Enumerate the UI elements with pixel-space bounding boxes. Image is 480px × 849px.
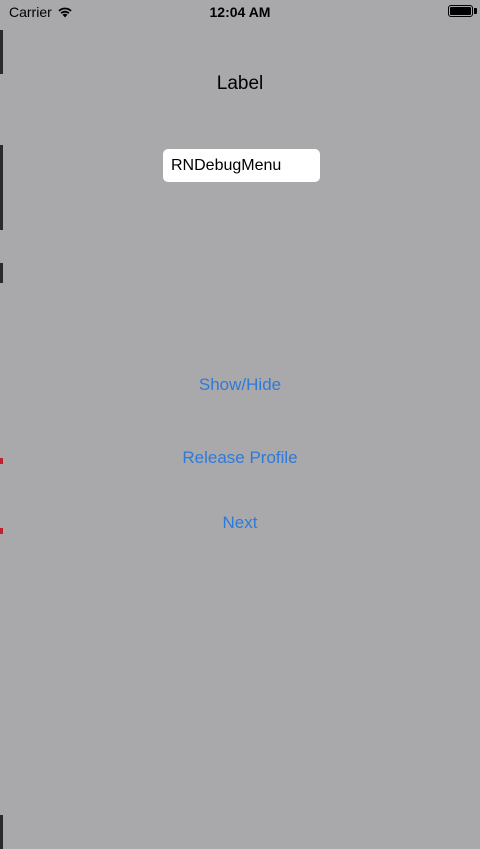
next-button[interactable]: Next bbox=[0, 513, 480, 533]
battery-icon bbox=[448, 5, 473, 17]
status-bar: Carrier 12:04 AM bbox=[0, 0, 480, 24]
battery-fill bbox=[450, 7, 471, 15]
show-hide-button[interactable]: Show/Hide bbox=[0, 375, 480, 395]
main-label: Label bbox=[216, 73, 264, 94]
edge-artifact bbox=[0, 30, 3, 74]
battery-tip bbox=[474, 8, 477, 14]
edge-artifact bbox=[0, 815, 3, 849]
debug-menu-input[interactable] bbox=[163, 149, 320, 182]
release-profile-button[interactable]: Release Profile bbox=[0, 448, 480, 468]
edge-artifact bbox=[0, 145, 3, 230]
status-time: 12:04 AM bbox=[209, 4, 271, 20]
edge-artifact bbox=[0, 263, 3, 283]
